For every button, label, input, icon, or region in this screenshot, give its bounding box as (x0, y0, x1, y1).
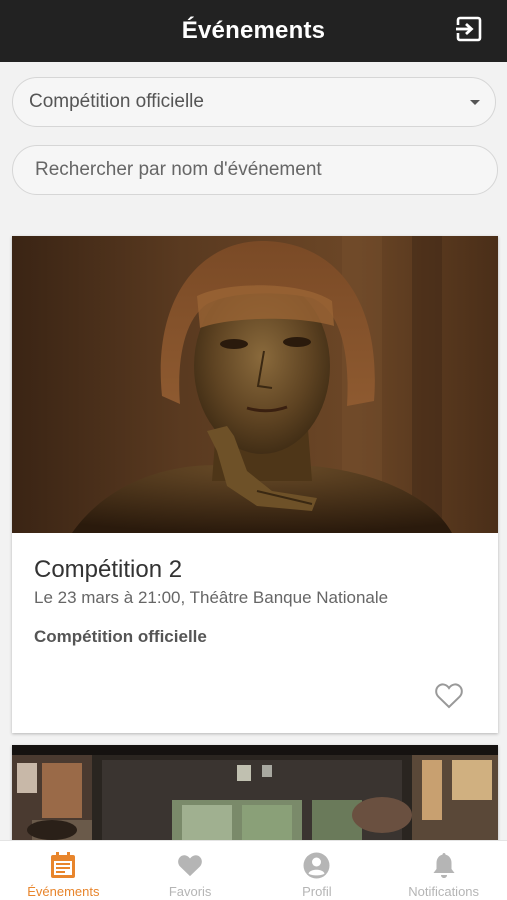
bell-icon (430, 851, 458, 879)
search-input[interactable] (12, 145, 498, 195)
app-root: Événements Compétition officielle Recher… (0, 0, 507, 900)
favorite-button[interactable] (434, 682, 464, 710)
event-image[interactable] (12, 236, 498, 533)
event-photo (12, 236, 498, 533)
nav-label-profile: Profil (302, 884, 332, 899)
nav-item-profile[interactable]: Profil (254, 841, 381, 900)
event-category: Compétition officielle (34, 627, 207, 646)
calendar-icon (49, 851, 77, 879)
event-title[interactable]: Compétition 2 (34, 556, 182, 584)
event-datetime-venue: Le 23 mars à 21:00, Théâtre Banque Natio… (34, 588, 389, 607)
category-select[interactable]: Compétition officielle (12, 77, 496, 127)
logout-icon (456, 16, 482, 42)
profile-icon (303, 851, 331, 879)
heart-outline-icon (435, 683, 463, 709)
nav-label-favorites: Favoris (168, 884, 212, 899)
nav-item-notifications[interactable]: Notifications (380, 841, 507, 900)
nav-item-events[interactable]: Événements (0, 841, 127, 900)
bottom-navigation: Événements Favoris Profil Notifications (0, 840, 507, 900)
nav-item-favorites[interactable]: Favoris (127, 841, 254, 900)
caret-down-icon (470, 100, 480, 105)
category-select-value: Compétition officielle (29, 91, 204, 112)
app-header: Événements (0, 0, 507, 62)
nav-label-notifications: Notifications (408, 884, 480, 899)
heart-icon (176, 851, 204, 879)
nav-label-events: Événements (27, 884, 100, 899)
event-card[interactable]: Compétition 2 Le 23 mars à 21:00, Théâtr… (12, 236, 498, 733)
logout-button[interactable] (455, 14, 485, 44)
page-title: Événements (181, 17, 326, 44)
